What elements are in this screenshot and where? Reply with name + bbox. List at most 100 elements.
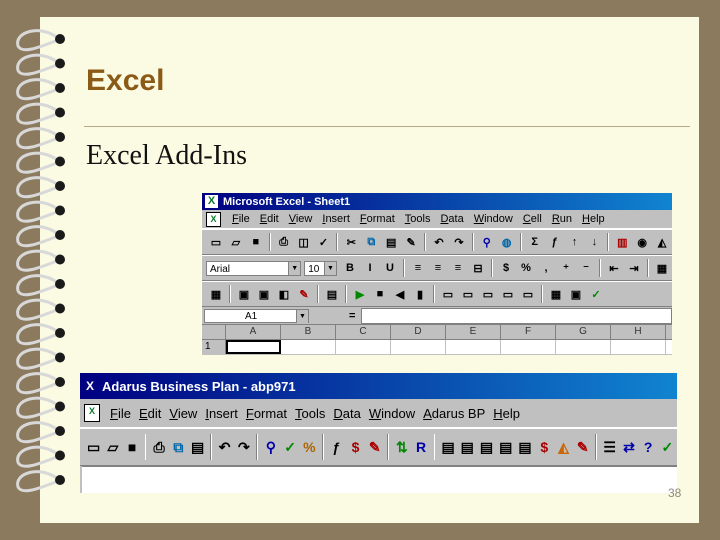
report3-icon[interactable]: ▤ [478,435,495,459]
report5-icon[interactable]: ▤ [516,435,533,459]
format-painter-icon[interactable]: ✎ [402,233,420,251]
percent-icon[interactable]: % [517,259,535,277]
excel-menu-tools[interactable]: Tools [400,213,436,225]
dialog4-icon[interactable]: ▭ [499,285,517,303]
chart-report-icon[interactable]: ◭ [555,435,572,459]
play-icon[interactable]: ▶ [351,285,369,303]
decrease-decimal-icon[interactable]: ⁻ [577,259,595,277]
check-icon[interactable]: ✓ [659,435,676,459]
chevron-down-icon[interactable]: ▼ [324,261,336,275]
bold-icon[interactable]: B [341,259,359,277]
map-icon[interactable]: ◉ [633,233,651,251]
sheet-icon[interactable]: ▦ [207,285,225,303]
undo-icon[interactable]: ↶ [216,435,233,459]
adarus-menu-edit[interactable]: Edit [135,406,165,421]
align-right-icon[interactable]: ≡ [449,259,467,277]
dollar-icon[interactable]: $ [347,435,364,459]
excel-app-icon[interactable]: X [205,195,218,208]
currency-icon[interactable]: $ [497,259,515,277]
sort-desc-icon[interactable]: ↓ [585,233,603,251]
column-header-h[interactable]: H [611,325,666,339]
italic-icon[interactable]: I [361,259,379,277]
pencil-report-icon[interactable]: ✎ [574,435,591,459]
adarus-menu-tools[interactable]: Tools [291,406,329,421]
report1-icon[interactable]: ▤ [439,435,456,459]
workbook-icon[interactable]: X [206,211,221,227]
cell-b1[interactable] [281,340,336,354]
column-header-c[interactable]: C [336,325,391,339]
row-header-1[interactable]: 1 [202,340,226,354]
adarus-menu-view[interactable]: View [165,406,201,421]
adarus-menu-help[interactable]: Help [489,406,524,421]
excel-menu-format[interactable]: Format [355,213,400,225]
excel-menu-help[interactable]: Help [577,213,610,225]
undo-icon[interactable]: ↶ [430,233,448,251]
column-header-b[interactable]: B [281,325,336,339]
adarus-menu-data[interactable]: Data [329,406,364,421]
excel-titlebar[interactable]: X Microsoft Excel - Sheet1 [202,193,672,210]
check-link-icon[interactable]: ✓ [281,435,298,459]
rewind-icon[interactable]: ◀ [391,285,409,303]
adarus-menu-adarus-bp[interactable]: Adarus BP [419,406,489,421]
decrease-indent-icon[interactable]: ⇤ [605,259,623,277]
drawing-icon[interactable]: ◭ [653,233,671,251]
increase-decimal-icon[interactable]: ⁺ [557,259,575,277]
chart-icon[interactable]: ◧ [275,285,293,303]
image2-icon[interactable]: ▣ [255,285,273,303]
save-icon[interactable]: ■ [123,435,140,459]
function-icon[interactable]: ƒ [546,233,564,251]
edit-icon[interactable]: ✎ [295,285,313,303]
table-icon[interactable]: ▤ [323,285,341,303]
column-header-d[interactable]: D [391,325,446,339]
center-icon[interactable]: ≡ [429,259,447,277]
save-icon[interactable]: ■ [247,233,265,251]
column-header-g[interactable]: G [556,325,611,339]
excel-menu-edit[interactable]: Edit [255,213,284,225]
print-icon[interactable]: ⎙ [275,233,293,251]
workbook-icon[interactable]: X [84,404,100,422]
excel-menu-view[interactable]: View [284,213,318,225]
link-icon[interactable]: ⚲ [262,435,279,459]
cell-g1[interactable] [556,340,611,354]
autosum-icon[interactable]: Σ [526,233,544,251]
help-icon[interactable]: ? [640,435,657,459]
hyperlink-icon[interactable]: ⚲ [478,233,496,251]
cell-e1[interactable] [446,340,501,354]
font-size-select[interactable]: 10 ▼ [304,260,337,276]
excel-menu-cell[interactable]: Cell [518,213,547,225]
cut-icon[interactable]: ✂ [342,233,360,251]
adarus-titlebar[interactable]: X Adarus Business Plan - abp971 [80,373,677,399]
underline-icon[interactable]: U [381,259,399,277]
name-box[interactable]: A1 ▼ [204,308,309,323]
macro-icon[interactable]: ▦ [547,285,565,303]
report2-icon[interactable]: ▤ [459,435,476,459]
spell-icon[interactable]: ✓ [315,233,333,251]
new-icon[interactable]: ▭ [207,233,225,251]
dialog-icon[interactable]: ▭ [439,285,457,303]
copy-icon[interactable]: ⧉ [170,435,187,459]
percent-link-icon[interactable]: % [301,435,318,459]
cell-d1[interactable] [391,340,446,354]
increase-indent-icon[interactable]: ⇥ [625,259,643,277]
open-icon[interactable]: ▱ [104,435,121,459]
excel-menu-insert[interactable]: Insert [317,213,355,225]
redo-icon[interactable]: ↷ [235,435,252,459]
adarus-menu-insert[interactable]: Insert [201,406,242,421]
sort-asc-icon[interactable]: ↑ [566,233,584,251]
edit-icon[interactable]: ✎ [366,435,383,459]
excel-menu-run[interactable]: Run [547,213,577,225]
cell-c1[interactable] [336,340,391,354]
dollar-report-icon[interactable]: $ [536,435,553,459]
column-header-a[interactable]: A [226,325,281,339]
formula-equals[interactable]: = [349,310,355,322]
open-icon[interactable]: ▱ [227,233,245,251]
adarus-menu-file[interactable]: File [106,406,135,421]
formula-input[interactable] [361,307,672,324]
r-icon[interactable]: R [412,435,429,459]
borders-icon[interactable]: ▦ [653,259,671,277]
adarus-app-icon[interactable]: X [83,379,97,393]
preview-icon[interactable]: ◫ [295,233,313,251]
chevron-down-icon[interactable]: ▼ [288,261,301,275]
redo-icon[interactable]: ↷ [450,233,468,251]
adarus-menu-window[interactable]: Window [365,406,419,421]
